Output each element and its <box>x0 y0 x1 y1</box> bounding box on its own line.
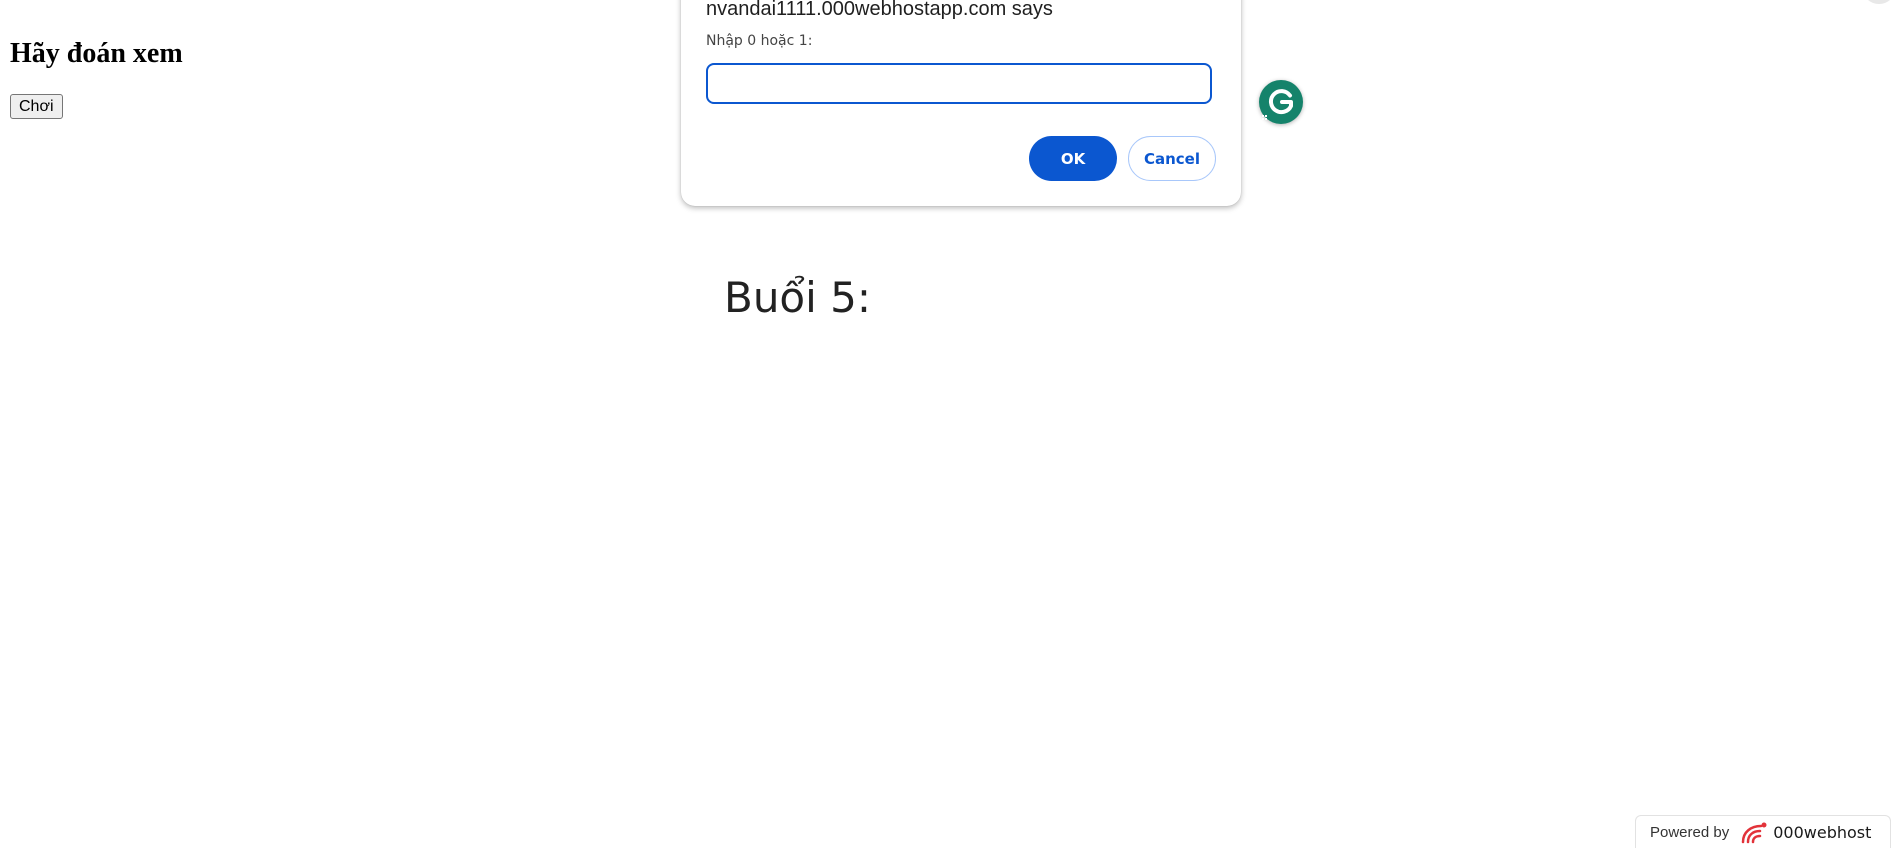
powered-by-text: Powered by <box>1650 823 1730 841</box>
prompt-dialog: nvandai1111.000webhostapp.com says Nhập … <box>681 0 1241 206</box>
powered-by-badge[interactable]: Powered by 000webhost <box>1635 815 1891 848</box>
000webhost-logo-icon <box>1741 822 1767 844</box>
ok-button[interactable]: OK <box>1029 136 1117 181</box>
cancel-button[interactable]: Cancel <box>1128 136 1216 181</box>
play-button[interactable]: Chơi <box>10 94 63 119</box>
brand-name: 000webhost <box>1773 822 1872 842</box>
section-title: Buổi 5: <box>724 273 872 322</box>
grammarly-icon[interactable] <box>1259 80 1303 124</box>
dialog-title: nvandai1111.000webhostapp.com says <box>706 0 1053 20</box>
dialog-message: Nhập 0 hoặc 1: <box>706 33 813 49</box>
prompt-input[interactable] <box>706 63 1212 104</box>
corner-button-fragment <box>1862 0 1896 4</box>
page-heading: Hãy đoán xem <box>10 38 183 69</box>
